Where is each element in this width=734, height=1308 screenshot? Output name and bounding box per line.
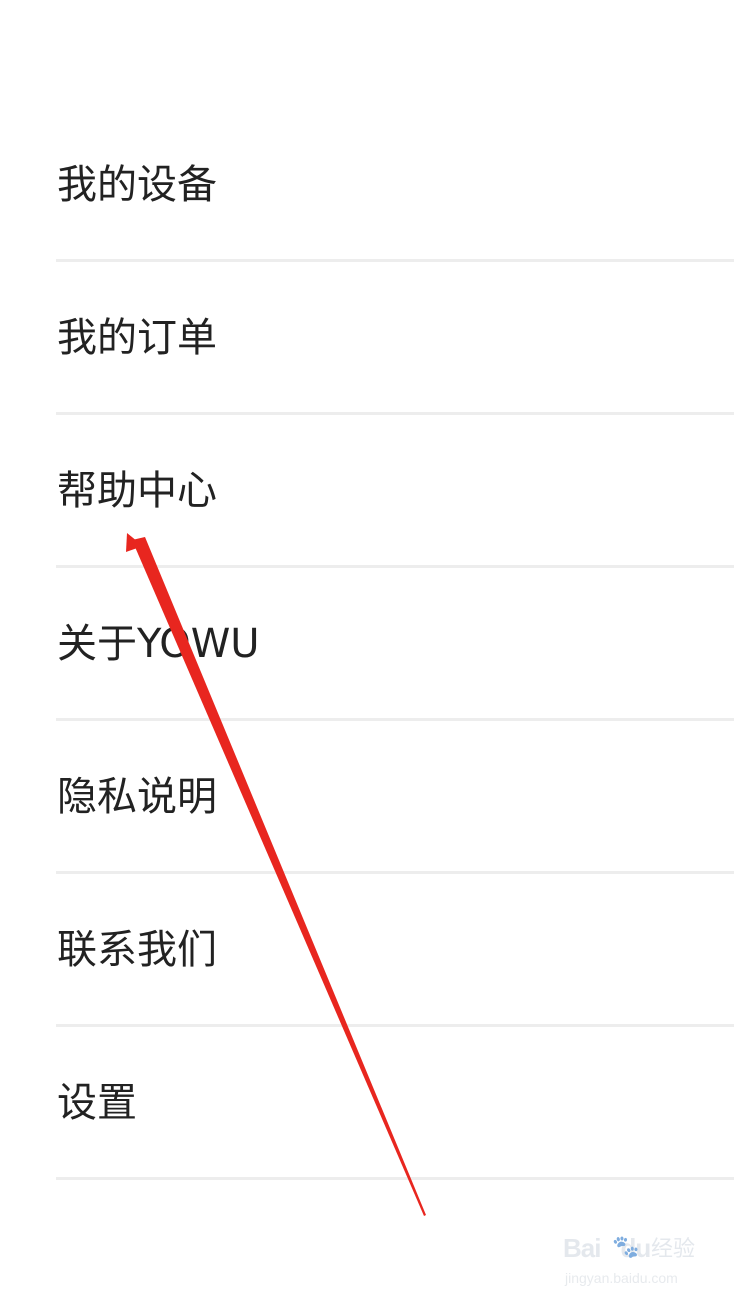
watermark-product: 经验 — [651, 1237, 696, 1262]
menu-item-label: 设置 — [57, 1080, 137, 1126]
menu-item-label: 联系我们 — [57, 927, 217, 973]
menu-item-help-center[interactable]: 帮助中心 — [0, 415, 734, 568]
settings-menu-list: 我的设备 我的订单 帮助中心 关于YOWU 隐私说明 联系我们 设置 — [0, 109, 734, 1180]
menu-item-contact-us[interactable]: 联系我们 — [0, 874, 734, 1027]
menu-item-about[interactable]: 关于YOWU — [0, 568, 734, 721]
menu-item-settings[interactable]: 设置 — [0, 1027, 734, 1180]
menu-item-privacy[interactable]: 隐私说明 — [0, 721, 734, 874]
menu-item-label: 隐私说明 — [57, 774, 217, 820]
menu-item-label: 关于YOWU — [57, 621, 260, 667]
menu-item-label: 我的订单 — [57, 315, 217, 361]
paw-icon: 🐾 — [612, 1235, 640, 1260]
divider — [56, 1177, 734, 1180]
menu-item-my-devices[interactable]: 我的设备 — [0, 109, 734, 262]
baidu-jingyan-watermark: Bai du 🐾 经验 jingyan.baidu.com — [563, 1232, 703, 1292]
menu-item-label: 我的设备 — [57, 162, 217, 208]
menu-item-my-orders[interactable]: 我的订单 — [0, 262, 734, 415]
menu-item-label: 帮助中心 — [57, 468, 217, 514]
watermark-url: jingyan.baidu.com — [565, 1270, 678, 1286]
